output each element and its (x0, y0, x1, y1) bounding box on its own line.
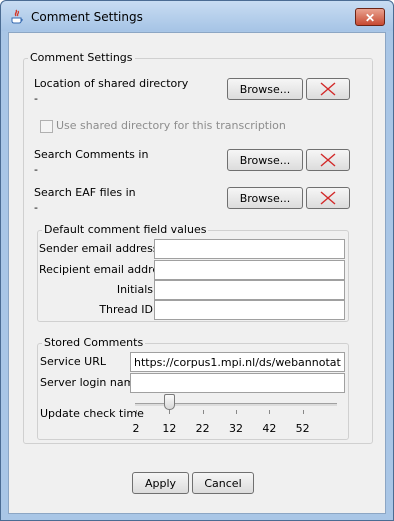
thread-id-field[interactable] (154, 300, 345, 320)
shared-directory-browse-button[interactable]: Browse... (227, 78, 303, 100)
slider-tick (136, 410, 137, 414)
search-eaf-value: - (34, 201, 38, 214)
use-shared-directory-label: Use shared directory for this transcript… (56, 119, 286, 132)
recipient-email-input[interactable] (158, 261, 341, 279)
search-eaf-label: Search EAF files in (34, 186, 136, 199)
sender-email-field[interactable] (154, 239, 345, 259)
service-url-input[interactable] (134, 353, 341, 371)
slider-tick-label: 32 (229, 422, 243, 435)
shared-directory-value: - (34, 92, 38, 105)
search-comments-value: - (34, 163, 38, 176)
comment-settings-group-title: Comment Settings (28, 51, 135, 64)
sender-email-label: Sender email address (39, 242, 159, 255)
slider-tick (202, 410, 204, 414)
slider-tick-label: 52 (295, 422, 310, 435)
search-comments-clear-button[interactable] (306, 149, 350, 171)
server-login-label: Server login name (40, 376, 142, 389)
initials-field[interactable] (154, 280, 345, 300)
slider-thumb[interactable] (163, 394, 175, 410)
slider-tick-label: 42 (262, 422, 277, 435)
update-check-label: Update check time (40, 407, 144, 420)
recipient-email-label: Recipient email address (39, 263, 171, 276)
slider-tick-label: 22 (195, 422, 210, 435)
java-app-icon (9, 9, 25, 25)
slider-tick (269, 410, 271, 414)
recipient-email-field[interactable] (154, 260, 345, 280)
dialog-content: Comment Settings Location of shared dire… (8, 32, 386, 514)
thread-id-input[interactable] (158, 301, 341, 319)
shared-directory-clear-button[interactable] (306, 78, 350, 100)
search-eaf-clear-button[interactable] (306, 187, 350, 209)
slider-tick (236, 410, 237, 414)
thread-id-label: Thread ID (99, 303, 153, 316)
search-comments-browse-button[interactable]: Browse... (227, 149, 303, 171)
window-close-button[interactable]: ✕ (355, 8, 385, 26)
sender-email-input[interactable] (158, 240, 341, 258)
stored-comments-group-title: Stored Comments (42, 336, 146, 349)
close-icon: ✕ (364, 11, 376, 25)
default-fields-group-title: Default comment field values (42, 223, 209, 236)
cancel-button[interactable]: Cancel (192, 472, 254, 494)
initials-input[interactable] (158, 281, 341, 299)
slider-tick-label: 12 (162, 422, 177, 435)
title-bar[interactable]: Comment Settings ✕ (1, 1, 393, 31)
shared-directory-label: Location of shared directory (34, 77, 189, 90)
server-login-input[interactable] (134, 374, 341, 392)
initials-label: Initials (116, 283, 153, 296)
slider-tick-label: 2 (132, 422, 140, 435)
server-login-field[interactable] (130, 373, 345, 393)
search-eaf-browse-button[interactable]: Browse... (227, 187, 303, 209)
use-shared-directory-checkbox[interactable] (40, 120, 53, 133)
service-url-label: Service URL (40, 355, 106, 368)
search-comments-label: Search Comments in (34, 148, 149, 161)
slider-tick (302, 410, 304, 414)
dialog-window: Comment Settings ✕ Comment Settings Loca… (0, 0, 394, 521)
apply-button[interactable]: Apply (132, 472, 189, 494)
service-url-field[interactable] (130, 352, 345, 372)
window-title: Comment Settings (31, 10, 143, 24)
slider-tick (169, 410, 171, 414)
